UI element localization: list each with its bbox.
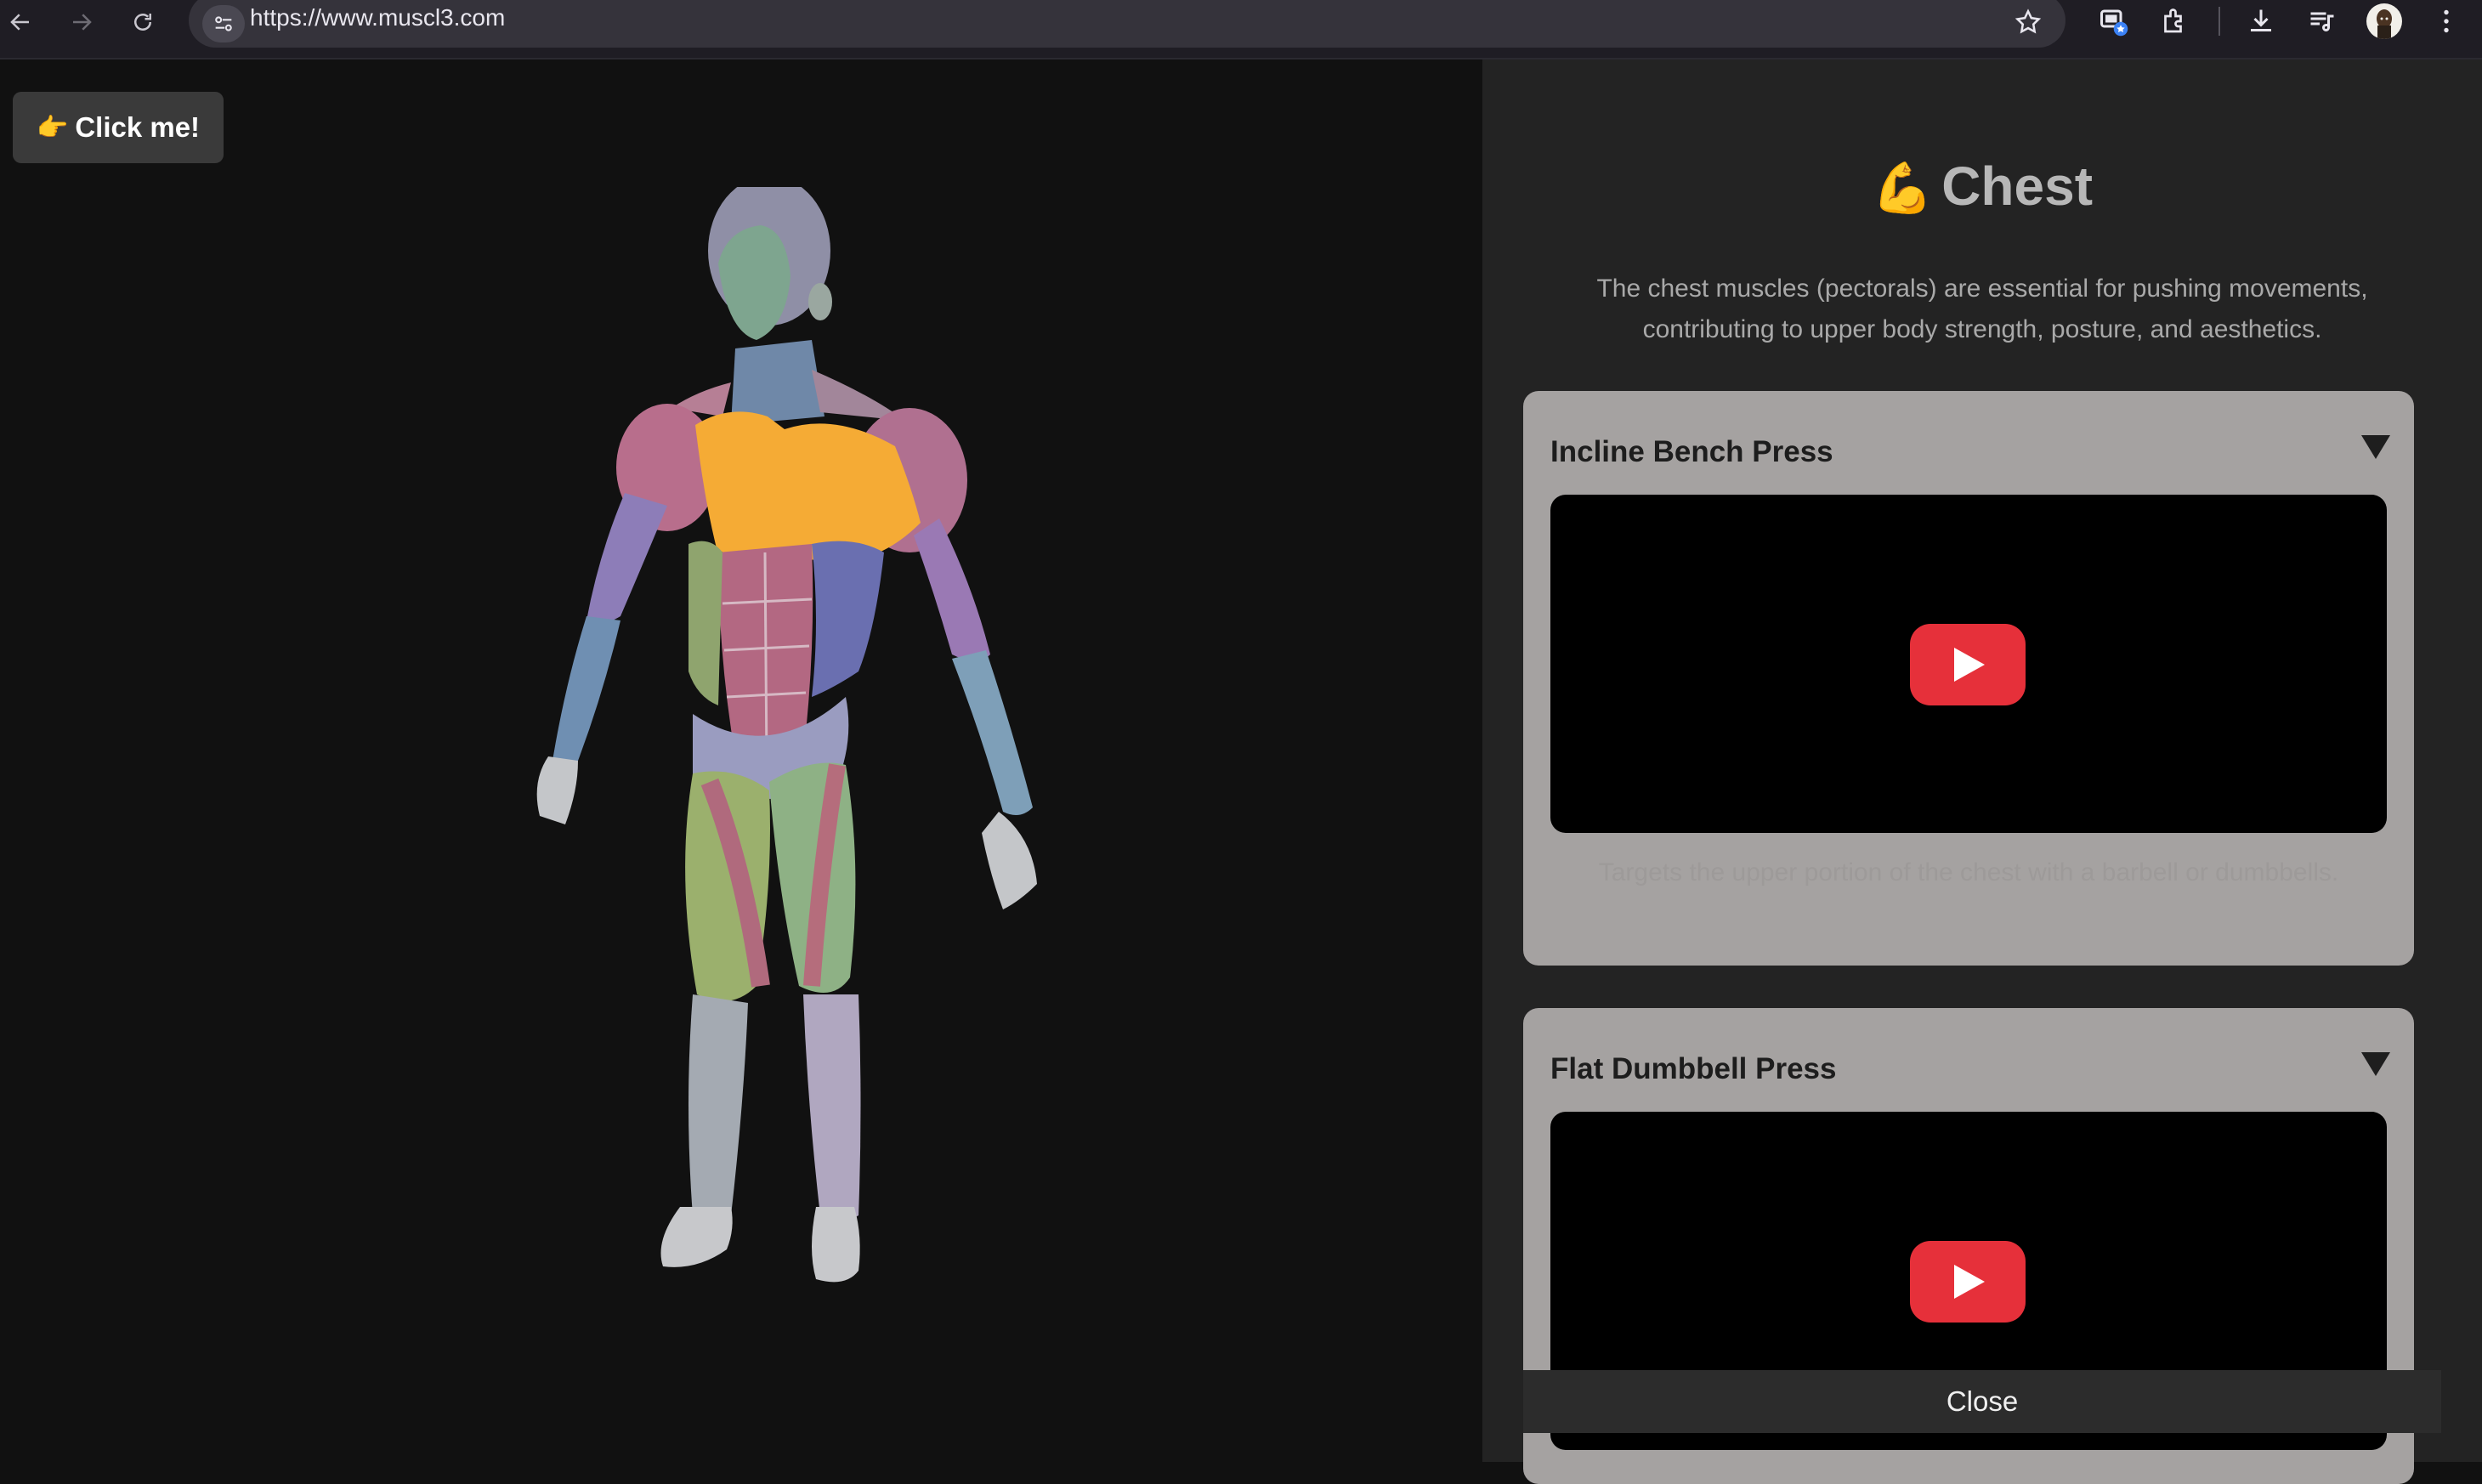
click-me-label: Click me! [75,111,201,143]
exercise-note: Targets the upper portion of the chest w… [1598,858,2339,886]
back-arrow-icon[interactable] [2,3,39,41]
collapse-triangle-icon[interactable] [2361,435,2390,459]
close-button[interactable]: Close [1523,1370,2441,1433]
download-icon[interactable] [2241,2,2281,41]
exercise-title[interactable]: Incline Bench Press [1550,435,1833,469]
arm-right-upper [914,518,990,661]
obliques-right [812,541,884,697]
click-me-button[interactable]: 👉 Click me! [13,92,224,163]
url-text[interactable]: https://www.muscl3.com [250,4,505,31]
more-menu-icon[interactable] [2426,2,2467,41]
panel-title: 💪 Chest [1482,155,2482,218]
tab-bookmark-icon[interactable] [2093,2,2134,41]
muscle-description: The chest muscles (pectorals) are essent… [1596,275,2368,343]
muscle-info-panel: 💪 Chest The chest muscles (pectorals) are… [1482,59,2482,1484]
foot-right [812,1207,860,1283]
pointing-hand-icon: 👉 [36,113,69,142]
hand-left [536,756,578,824]
collapse-triangle-icon[interactable] [2361,1052,2390,1076]
exercise-card: Incline Bench Press Targets the upper po… [1523,391,2414,966]
hand-right [982,812,1037,909]
address-bar[interactable]: https://www.muscl3.com [189,0,2066,48]
panel-title-text: Chest [1941,156,2094,217]
youtube-play-icon[interactable] [1910,1241,2026,1323]
obliques-left [688,541,722,705]
anatomy-figure[interactable] [476,187,1088,1292]
shin-right [803,994,861,1220]
forward-arrow-icon[interactable] [63,3,100,41]
arm-right-forearm [952,650,1033,815]
youtube-play-icon[interactable] [1910,624,2026,705]
flexed-biceps-icon: 💪 [1871,161,1934,216]
foot-left [660,1207,733,1267]
extensions-icon[interactable] [2154,2,2195,41]
site-settings-icon[interactable] [202,5,245,42]
browser-toolbar: https://www.muscl3.com [0,0,2482,58]
media-control-icon[interactable] [2302,2,2343,41]
shin-left [688,994,748,1220]
ear [808,283,832,320]
exercise-title[interactable]: Flat Dumbbell Press [1550,1052,1836,1086]
toolbar-divider [2218,7,2220,36]
reload-icon[interactable] [124,3,162,41]
video-player[interactable] [1550,495,2387,833]
bookmark-star-icon[interactable] [2011,5,2045,39]
profile-avatar[interactable] [2366,3,2402,39]
arm-left-upper [586,493,667,624]
arm-left-forearm [552,616,620,765]
